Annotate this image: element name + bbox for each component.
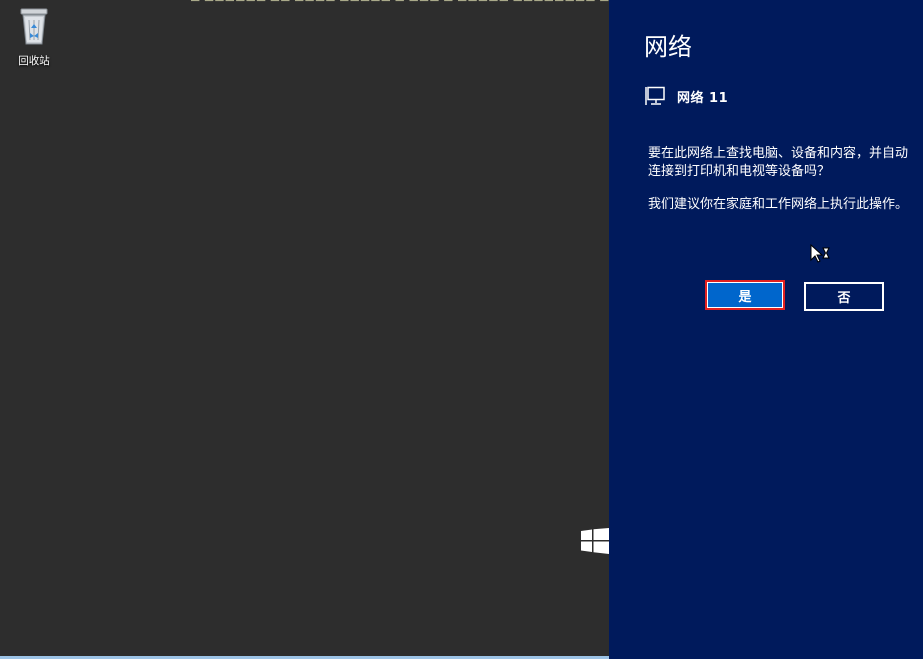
network-monitor-icon <box>645 86 665 105</box>
recycle-bin[interactable]: 回收站 <box>10 6 58 68</box>
windows-logo-icon <box>581 528 609 554</box>
yes-button[interactable]: 是 <box>705 280 785 310</box>
no-button[interactable]: 否 <box>804 282 884 311</box>
background-window-strip: ▬ ▬▬▬▬▬▬ ▬▬ ▬▬▬▬ ▬▬▬▬▬ ▬ ▬▬▬ ▬ ▬▬▬▬▬ ▬▬▬… <box>190 0 610 4</box>
network-panel: 网络 网络 11 要在此网络上查找电脑、设备和内容，并自动连接到打印机和电视等设… <box>609 0 923 659</box>
recycle-bin-label: 回收站 <box>18 55 50 67</box>
busy-cursor-icon <box>810 244 830 263</box>
discovery-question: 要在此网络上查找电脑、设备和内容，并自动连接到打印机和电视等设备吗？ <box>648 146 909 179</box>
desktop: ▬ ▬▬▬▬▬▬ ▬▬ ▬▬▬▬ ▬▬▬▬▬ ▬ ▬▬▬ ▬ ▬▬▬▬▬ ▬▬▬… <box>0 0 610 659</box>
network-row: 网络 11 <box>644 86 728 106</box>
recycle-bin-icon <box>20 8 48 45</box>
panel-title: 网络 <box>644 33 692 61</box>
network-name: 网络 11 <box>677 90 729 106</box>
discovery-recommendation: 我们建议你在家庭和工作网络上执行此操作。 <box>648 197 909 212</box>
